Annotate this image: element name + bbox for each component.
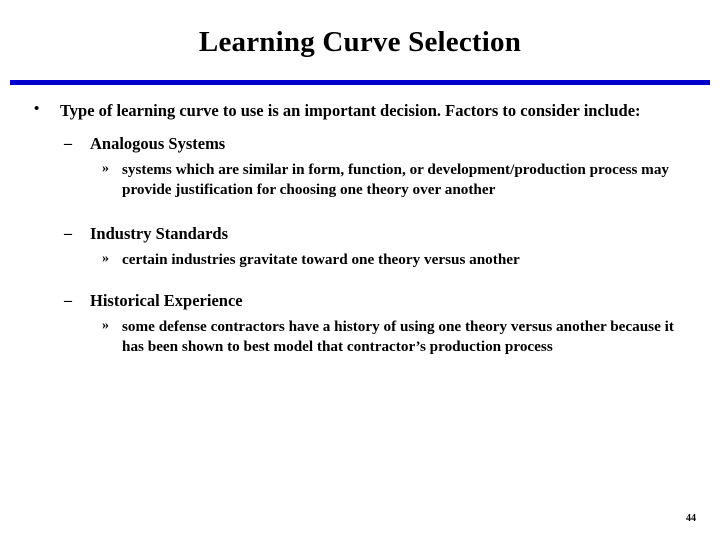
- bullet-marker-dash: –: [64, 291, 72, 309]
- bullet-marker-disc: •: [34, 101, 40, 117]
- bullet-text: systems which are similar in form, funct…: [122, 160, 670, 198]
- bullet-text: Industry Standards: [90, 223, 229, 243]
- bullet-item-level1: • Type of learning curve to use is an im…: [0, 100, 720, 122]
- bullet-item-level3-industry-detail: » certain industries gravitate toward on…: [0, 250, 720, 270]
- bullet-marker-guillemet: »: [102, 250, 109, 266]
- bullet-text: Type of learning curve to use is an impo…: [60, 101, 641, 120]
- slide-body: • Type of learning curve to use is an im…: [0, 100, 720, 357]
- page-title: Learning Curve Selection: [198, 26, 522, 58]
- bullet-marker-guillemet: »: [102, 317, 109, 333]
- bullet-item-level2-industry-standards: – Industry Standards: [0, 223, 720, 245]
- bullet-marker-guillemet: »: [102, 160, 109, 176]
- bullet-text: Historical Experience: [90, 290, 243, 310]
- bullet-text: certain industries gravitate toward one …: [122, 250, 520, 268]
- bullet-item-level2-historical-experience: – Historical Experience: [0, 290, 720, 312]
- bullet-marker-dash: –: [64, 224, 72, 242]
- page-number: 44: [686, 513, 696, 524]
- bullet-item-level3-historical-detail: » some defense contractors have a histor…: [0, 317, 720, 357]
- title-divider: [10, 80, 710, 85]
- bullet-item-level3-analogous-detail: » systems which are similar in form, fun…: [0, 160, 720, 200]
- bullet-text: some defense contractors have a history …: [122, 317, 674, 355]
- bullet-item-level2-analogous-systems: – Analogous Systems: [0, 133, 720, 155]
- slide: Learning Curve Selection • Type of learn…: [0, 0, 720, 540]
- bullet-text: Analogous Systems: [90, 133, 226, 153]
- bullet-marker-dash: –: [64, 134, 72, 152]
